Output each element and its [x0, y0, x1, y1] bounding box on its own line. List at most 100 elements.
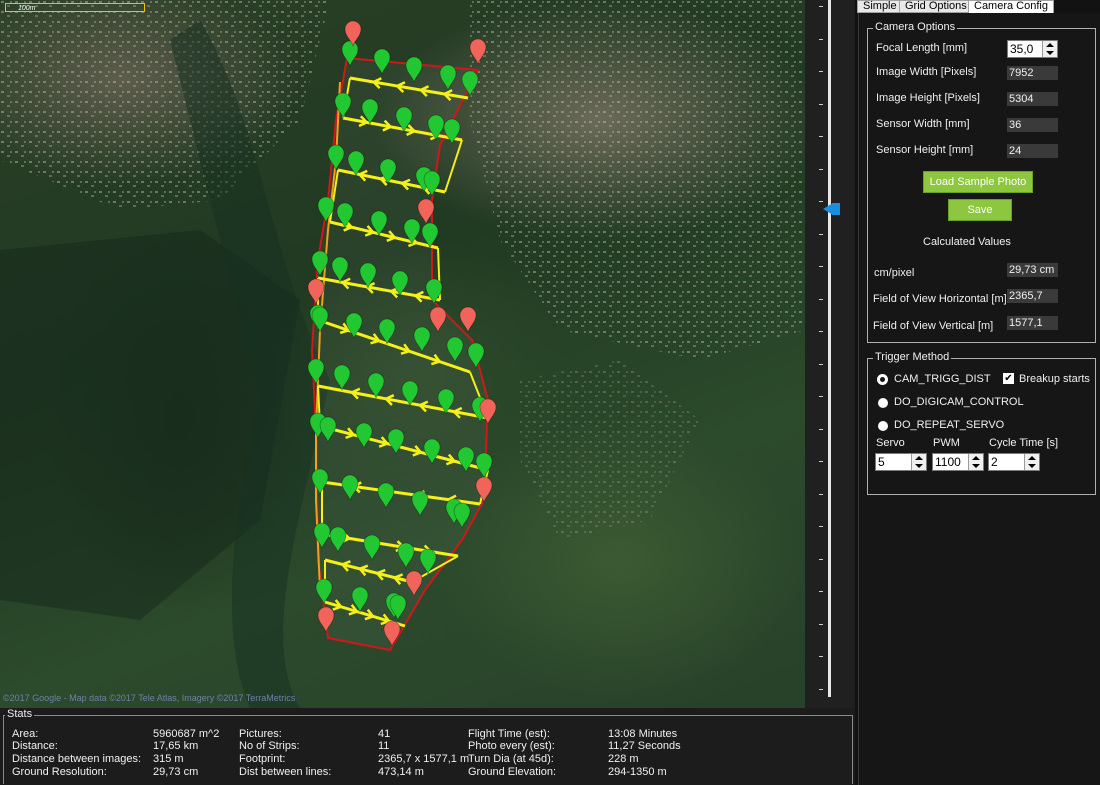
radio-do-digicam-control[interactable] — [878, 398, 888, 408]
chevron-up-icon[interactable] — [1046, 43, 1054, 47]
map-copyright: ©2017 Google - Map data ©2017 Tele Atlas… — [3, 693, 296, 703]
tab-simple[interactable]: Simple — [857, 0, 903, 13]
fov-horizontal-label: Field of View Horizontal [m] — [873, 293, 1007, 305]
stat-label: Ground Resolution: — [12, 766, 107, 778]
checkmark-icon: ✔ — [1004, 373, 1013, 384]
zoom-tick — [819, 136, 823, 137]
stats-frame — [3, 715, 853, 784]
zoom-tick — [819, 461, 823, 462]
radio-do-repeat-servo[interactable] — [878, 421, 888, 431]
camera-options-legend: Camera Options — [873, 21, 958, 33]
radio-cam-trigg-dist[interactable] — [878, 375, 887, 384]
focal-length-stepper[interactable]: 35,0 — [1007, 40, 1058, 58]
fov-horizontal-value: 2365,7 — [1007, 289, 1058, 303]
tab-grid-options[interactable]: Grid Options — [899, 0, 973, 13]
cycle-time-stepper[interactable]: 2 — [988, 453, 1040, 471]
stat-value: 2365,7 x 1577,1 m — [378, 753, 470, 765]
camera-config-panel: Camera Options Focal Length [mm] 35,0 Im… — [858, 13, 1100, 785]
cm-pixel-value: 29,73 cm — [1007, 263, 1058, 277]
breakup-starts-checkbox[interactable]: ✔ — [1003, 373, 1014, 384]
trigger-method-group: Trigger Method CAM_TRIGG_DIST ✔ Breakup … — [867, 351, 1096, 495]
zoom-tick — [819, 526, 823, 527]
stats-panel: Stats Area: 5960687 m^2 Distance: 17,65 km D… — [0, 708, 855, 785]
sensor-width-field[interactable]: 36 — [1007, 118, 1058, 132]
stat-value: 228 m — [608, 753, 639, 765]
stat-label: Pictures: — [239, 728, 282, 740]
stat-label: Distance: — [12, 740, 58, 752]
zoom-tick — [819, 623, 823, 625]
stat-value: 11 — [378, 740, 390, 752]
zoom-track[interactable] — [828, 0, 831, 697]
pwm-value: 1100 — [935, 455, 961, 469]
zoom-tick — [819, 363, 823, 365]
stat-label: Footprint: — [239, 753, 286, 765]
do-repeat-servo-label[interactable]: DO_REPEAT_SERVO — [894, 419, 1004, 431]
pwm-stepper[interactable]: 1100 — [932, 453, 984, 471]
servo-label: Servo — [876, 437, 905, 449]
chevron-down-icon[interactable] — [972, 464, 980, 468]
zoom-tick — [819, 656, 823, 657]
zoom-tick — [819, 591, 823, 592]
stat-value: 473,14 m — [378, 766, 424, 778]
stepper-arrows[interactable] — [1024, 454, 1039, 470]
zoom-tick — [819, 6, 823, 7]
chevron-down-icon[interactable] — [1046, 51, 1054, 55]
servo-value: 5 — [878, 455, 885, 469]
chevron-down-icon[interactable] — [915, 464, 923, 468]
zoom-tick — [819, 331, 823, 332]
stat-label: Ground Elevation: — [468, 766, 557, 778]
flight-plan-overlay[interactable] — [0, 0, 805, 708]
polygon-vertex-marker[interactable] — [459, 306, 477, 334]
cycle-time-label: Cycle Time [s] — [989, 437, 1059, 449]
zoom-slider[interactable] — [805, 0, 853, 708]
zoom-thumb-body[interactable] — [832, 203, 840, 215]
zoom-tick — [819, 688, 823, 690]
tab-bar: Simple Grid Options Camera Config — [855, 0, 1100, 14]
camera-options-group: Camera Options Focal Length [mm] 35,0 Im… — [867, 21, 1096, 343]
zoom-tick — [819, 38, 823, 40]
stat-value: 315 m — [153, 753, 184, 765]
chevron-up-icon[interactable] — [1028, 456, 1036, 460]
pwm-label: PWM — [933, 437, 960, 449]
zoom-tick — [819, 266, 823, 267]
zoom-tick — [819, 396, 823, 397]
turn-segment[interactable] — [444, 139, 463, 193]
image-height-field[interactable]: 5304 — [1007, 92, 1058, 106]
image-width-label: Image Width [Pixels] — [876, 66, 977, 78]
stat-value: 5960687 m^2 — [153, 728, 220, 740]
stat-label: Dist between lines: — [239, 766, 332, 778]
zoom-tick — [819, 103, 823, 105]
sensor-width-label: Sensor Width [mm] — [876, 118, 970, 130]
sensor-height-label: Sensor Height [mm] — [876, 144, 974, 156]
stepper-arrows[interactable] — [968, 454, 983, 470]
calculated-values-title: Calculated Values — [923, 236, 1011, 248]
image-height-label: Image Height [Pixels] — [876, 92, 980, 104]
save-button[interactable]: Save — [948, 199, 1012, 221]
load-sample-photo-button[interactable]: Load Sample Photo — [923, 171, 1033, 193]
breakup-starts-label[interactable]: Breakup starts — [1019, 373, 1090, 385]
servo-stepper[interactable]: 5 — [875, 453, 927, 471]
chevron-up-icon[interactable] — [972, 456, 980, 460]
image-width-field[interactable]: 7952 — [1007, 66, 1058, 80]
stat-label: Distance between images: — [12, 753, 142, 765]
map-view[interactable]: 100m ©2017 Google - Map data ©2017 Tele … — [0, 0, 805, 708]
stepper-arrows[interactable] — [1042, 41, 1057, 57]
zoom-tick — [819, 428, 823, 430]
options-panel: Simple Grid Options Camera Config Camera… — [855, 0, 1100, 785]
cycle-time-value: 2 — [991, 455, 998, 469]
zoom-tick — [819, 493, 823, 495]
stepper-arrows[interactable] — [911, 454, 926, 470]
zoom-tick — [819, 71, 823, 72]
tab-camera-config[interactable]: Camera Config — [968, 0, 1054, 14]
cam-trigg-dist-label[interactable]: CAM_TRIGG_DIST — [894, 373, 991, 385]
stat-label: No of Strips: — [239, 740, 300, 752]
sensor-height-field[interactable]: 24 — [1007, 144, 1058, 158]
chevron-down-icon[interactable] — [1028, 464, 1036, 468]
stat-value: 17,65 km — [153, 740, 199, 752]
zoom-tick — [819, 168, 823, 170]
zoom-tick — [819, 558, 823, 560]
chevron-up-icon[interactable] — [915, 456, 923, 460]
do-digicam-control-label[interactable]: DO_DIGICAM_CONTROL — [894, 396, 1024, 408]
stats-legend: Stats — [5, 708, 35, 720]
stat-label: Flight Time (est): — [468, 728, 550, 740]
